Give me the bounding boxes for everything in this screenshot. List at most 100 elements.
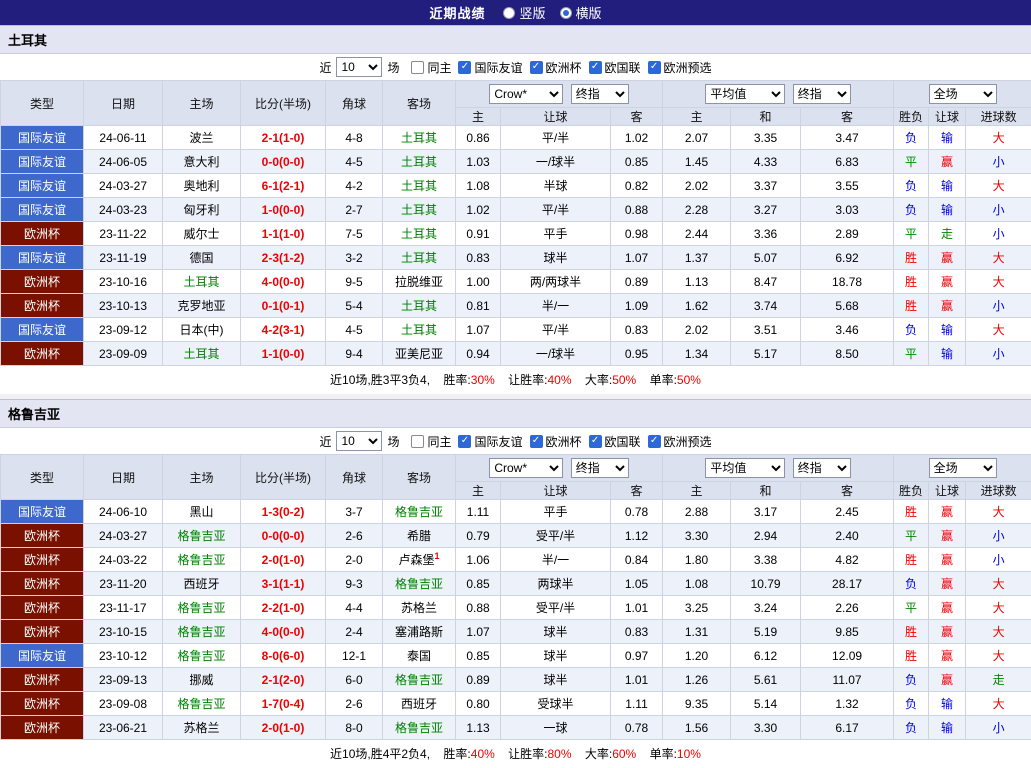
- col-header-score: 比分(半场): [241, 455, 326, 500]
- score-cell[interactable]: 1-0(0-0): [241, 198, 326, 222]
- match-row: 欧洲杯23-06-21苏格兰2-0(1-0)8-0格鲁吉亚1.13一球0.781…: [1, 716, 1031, 740]
- result-wdl-cell: 胜: [894, 548, 929, 572]
- score-cell[interactable]: 6-1(2-1): [241, 174, 326, 198]
- filter-option[interactable]: 欧洲杯: [530, 433, 582, 450]
- score-cell[interactable]: 2-1(2-0): [241, 668, 326, 692]
- handicap-line-cell: 球半: [501, 620, 611, 644]
- score-cell[interactable]: 1-3(0-2): [241, 500, 326, 524]
- date-cell: 24-03-27: [84, 174, 163, 198]
- result-handicap-cell: 赢: [929, 572, 966, 596]
- filter-option[interactable]: 国际友谊: [458, 59, 522, 76]
- handicap-home-odds-cell: 1.00: [456, 270, 501, 294]
- score-cell[interactable]: 4-0(0-0): [241, 620, 326, 644]
- score-cell[interactable]: 0-0(0-0): [241, 150, 326, 174]
- result-wdl-cell: 负: [894, 126, 929, 150]
- home-team-cell: 克罗地亚: [163, 294, 241, 318]
- score-cell[interactable]: 8-0(6-0): [241, 644, 326, 668]
- result-group-header: 全场: [894, 455, 1031, 482]
- bookmaker-select[interactable]: Crow*: [489, 84, 563, 104]
- score-cell[interactable]: 2-3(1-2): [241, 246, 326, 270]
- handicap-final-odds-select[interactable]: 终指: [571, 458, 629, 478]
- result-handicap-cell: 输: [929, 126, 966, 150]
- home-team-cell: 挪威: [163, 668, 241, 692]
- away-team-cell: 格鲁吉亚: [383, 572, 456, 596]
- layout-radio-option[interactable]: 横版: [560, 3, 602, 22]
- filter-option[interactable]: 欧洲杯: [530, 59, 582, 76]
- euro-away-odds-cell: 3.03: [801, 198, 894, 222]
- match-row: 欧洲杯24-03-22格鲁吉亚2-0(1-0)2-0卢森堡11.06半/一0.8…: [1, 548, 1031, 572]
- result-handicap-cell: 输: [929, 692, 966, 716]
- score-cell[interactable]: 0-0(0-0): [241, 524, 326, 548]
- euro-draw-odds-cell: 5.19: [731, 620, 801, 644]
- score-cell[interactable]: 1-1(1-0): [241, 222, 326, 246]
- score-cell[interactable]: 0-1(0-1): [241, 294, 326, 318]
- recent-count-select[interactable]: 10: [336, 431, 382, 451]
- filter-option[interactable]: 国际友谊: [458, 433, 522, 450]
- bookmaker-select[interactable]: Crow*: [489, 458, 563, 478]
- handicap-line-cell: 受球半: [501, 692, 611, 716]
- date-cell: 23-09-09: [84, 342, 163, 366]
- score-cell[interactable]: 1-1(0-0): [241, 342, 326, 366]
- matches-table: 类型 日期 主场 比分(半场) 角球 客场 Crow* 终指 平均值: [0, 454, 1031, 740]
- date-cell: 23-09-08: [84, 692, 163, 716]
- score-cell[interactable]: 4-0(0-0): [241, 270, 326, 294]
- handicap-home-odds-cell: 0.79: [456, 524, 501, 548]
- euro-away-odds-cell: 2.45: [801, 500, 894, 524]
- average-odds-select[interactable]: 平均值: [705, 84, 785, 104]
- handicap-away-odds-cell: 1.07: [611, 246, 663, 270]
- checkbox-icon: [648, 435, 661, 448]
- score-cell[interactable]: 2-0(1-0): [241, 716, 326, 740]
- league-type-cell: 国际友谊: [1, 174, 84, 198]
- handicap-home-odds-cell: 1.02: [456, 198, 501, 222]
- match-scope-select[interactable]: 全场: [929, 84, 997, 104]
- result-handicap-cell: 输: [929, 318, 966, 342]
- score-cell[interactable]: 4-2(3-1): [241, 318, 326, 342]
- layout-radio-option[interactable]: 竖版: [503, 3, 545, 22]
- league-type-cell: 欧洲杯: [1, 524, 84, 548]
- home-team-cell: 奥地利: [163, 174, 241, 198]
- filter-option[interactable]: 欧国联: [589, 433, 641, 450]
- score-cell[interactable]: 1-7(0-4): [241, 692, 326, 716]
- recent-count-select[interactable]: 10: [336, 57, 382, 77]
- handicap-line-cell: 受平/半: [501, 596, 611, 620]
- result-goals-cell: 小: [966, 198, 1031, 222]
- filter-option-label: 欧洲杯: [546, 59, 582, 76]
- euro-home-odds-cell: 3.25: [663, 596, 731, 620]
- handicap-line-cell: 平手: [501, 222, 611, 246]
- filter-row: 近 10 场 同主国际友谊欧洲杯欧国联欧洲预选: [0, 54, 1031, 80]
- filter-option[interactable]: 同主: [411, 433, 451, 450]
- euro-final-odds-select[interactable]: 终指: [793, 84, 851, 104]
- away-team-cell: 泰国: [383, 644, 456, 668]
- filter-option[interactable]: 欧洲预选: [648, 59, 712, 76]
- score-cell[interactable]: 2-1(1-0): [241, 126, 326, 150]
- average-odds-select[interactable]: 平均值: [705, 458, 785, 478]
- home-team-cell: 德国: [163, 246, 241, 270]
- filter-option[interactable]: 同主: [411, 59, 451, 76]
- date-cell: 23-06-21: [84, 716, 163, 740]
- result-goals-cell: 大: [966, 692, 1031, 716]
- date-cell: 24-06-05: [84, 150, 163, 174]
- score-cell[interactable]: 2-2(1-0): [241, 596, 326, 620]
- team-name-header: 格鲁吉亚: [0, 399, 1031, 428]
- checkbox-icon: [648, 61, 661, 74]
- filter-option[interactable]: 欧洲预选: [648, 433, 712, 450]
- handicap-away-odds-cell: 1.05: [611, 572, 663, 596]
- result-goals-cell: 走: [966, 668, 1031, 692]
- home-team-cell: 格鲁吉亚: [163, 644, 241, 668]
- result-goals-cell: 小: [966, 294, 1031, 318]
- col-header-home: 主场: [163, 455, 241, 500]
- handicap-final-odds-select[interactable]: 终指: [571, 84, 629, 104]
- handicap-away-odds-cell: 1.11: [611, 692, 663, 716]
- filter-option[interactable]: 欧国联: [589, 59, 641, 76]
- date-cell: 23-09-12: [84, 318, 163, 342]
- match-scope-select[interactable]: 全场: [929, 458, 997, 478]
- filter-option-label: 国际友谊: [474, 59, 522, 76]
- score-cell[interactable]: 2-0(1-0): [241, 548, 326, 572]
- result-handicap-cell: 赢: [929, 270, 966, 294]
- score-cell[interactable]: 3-1(1-1): [241, 572, 326, 596]
- match-row: 欧洲杯23-09-08格鲁吉亚1-7(0-4)2-6西班牙0.80受球半1.11…: [1, 692, 1031, 716]
- away-team-cell: 土耳其: [383, 198, 456, 222]
- result-wdl-cell: 平: [894, 596, 929, 620]
- euro-final-odds-select[interactable]: 终指: [793, 458, 851, 478]
- subcol-handicap-home: 主: [456, 108, 501, 126]
